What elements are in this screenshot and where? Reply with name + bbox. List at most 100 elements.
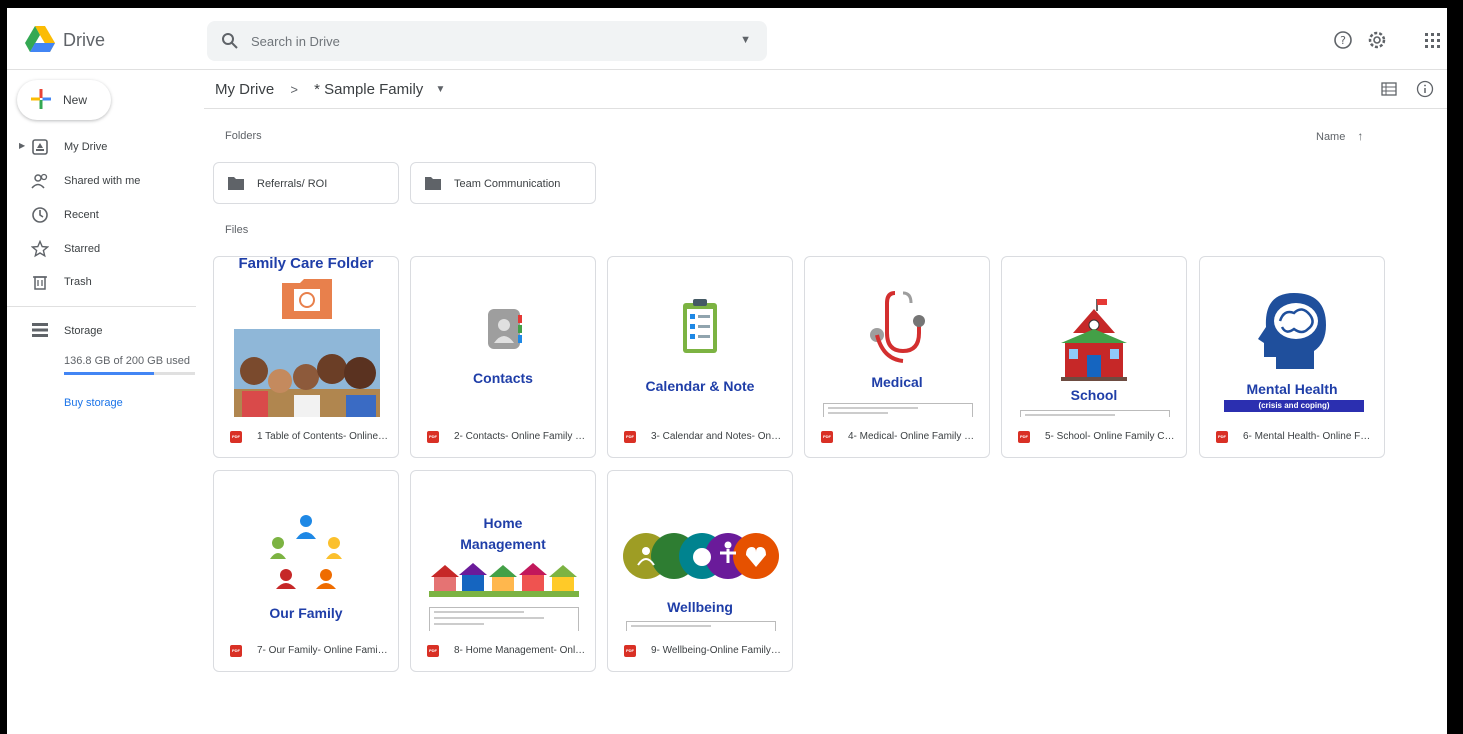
trash-icon bbox=[33, 276, 47, 290]
sidebar-item-shared[interactable]: Shared with me bbox=[7, 167, 197, 195]
drive-logo-icon[interactable] bbox=[25, 26, 55, 52]
file-footer: PDF 2- Contacts- Online Family Care Fold… bbox=[411, 417, 595, 457]
files-section-label: Files bbox=[225, 224, 249, 236]
sidebar-item-label: My Drive bbox=[64, 141, 108, 153]
folder-icon bbox=[228, 177, 244, 190]
file-footer: PDF 1 Table of Contents- Online Family C… bbox=[214, 417, 398, 457]
file-card[interactable]: Home Management PDF 8- Home Management- … bbox=[410, 470, 596, 672]
star-icon bbox=[31, 240, 49, 258]
sidebar-item-recent[interactable]: Recent bbox=[7, 201, 197, 229]
breadcrumb-my-drive[interactable]: My Drive bbox=[215, 81, 274, 98]
file-name: 8- Home Management- Online Family Care F… bbox=[454, 645, 586, 656]
gear-icon[interactable] bbox=[1367, 30, 1387, 50]
folders-section-label: Folders bbox=[225, 130, 262, 142]
file-name: 9- Wellbeing-Online Family Care Folder.p… bbox=[651, 645, 783, 656]
sort-control[interactable]: Name ↑ bbox=[1316, 129, 1363, 143]
pdf-file-icon: PDF bbox=[624, 645, 636, 657]
info-icon[interactable] bbox=[1416, 80, 1434, 98]
folder-card[interactable]: Referrals/ ROI bbox=[213, 162, 399, 204]
family-circle-icon bbox=[270, 515, 342, 589]
file-thumbnail: Contacts bbox=[411, 257, 595, 417]
head-brain-icon bbox=[1258, 293, 1326, 369]
file-card[interactable]: School PDF 5- School- Online Family Care… bbox=[1001, 256, 1187, 458]
sidebar-item-label: Starred bbox=[64, 243, 101, 255]
file-card[interactable]: Calendar & Note PDF 3- Calendar and Note… bbox=[607, 256, 793, 458]
file-footer: PDF 5- School- Online Family Care Folder… bbox=[1002, 417, 1186, 457]
family-photo bbox=[234, 329, 380, 417]
buy-storage-link[interactable]: Buy storage bbox=[64, 397, 123, 409]
thumbnail-subtitle: (crisis and coping) bbox=[1224, 400, 1364, 412]
file-footer: PDF 9- Wellbeing-Online Family Care Fold… bbox=[608, 631, 792, 671]
file-thumbnail: Our Family bbox=[214, 471, 398, 631]
help-icon[interactable]: ? bbox=[1333, 30, 1353, 50]
sort-label[interactable]: Name bbox=[1316, 131, 1345, 143]
folder-name: Team Communication bbox=[454, 178, 561, 190]
file-card[interactable]: Our Family PDF 7- Our Family- Online Fam… bbox=[213, 470, 399, 672]
file-card[interactable]: Wellbeing PDF 9- Wellbeing-Online Family… bbox=[607, 470, 793, 672]
file-name: 3- Calendar and Notes- Online Family Car… bbox=[651, 431, 783, 442]
breadcrumb: My Drive > * Sample Family ▼ bbox=[215, 80, 445, 100]
thumbnail-title: Family Care Folder bbox=[238, 257, 374, 272]
sidebar-item-label: Trash bbox=[64, 276, 92, 288]
thumbnail-title: Wellbeing bbox=[667, 599, 733, 615]
folder-menu-dropdown-icon[interactable]: ▼ bbox=[435, 84, 445, 95]
file-footer: PDF 6- Mental Health- Online Family Care… bbox=[1200, 417, 1384, 457]
list-view-icon[interactable] bbox=[1381, 82, 1397, 96]
apps-grid-icon[interactable] bbox=[1422, 30, 1442, 50]
contacts-book-icon bbox=[488, 309, 522, 349]
sidebar-item-starred[interactable]: Starred bbox=[7, 235, 197, 263]
folder-name: Referrals/ ROI bbox=[257, 178, 328, 190]
file-card[interactable]: Medical PDF 4- Medical- Online Family Ca… bbox=[804, 256, 990, 458]
file-name: 5- School- Online Family Care Folder.pdf bbox=[1045, 431, 1177, 442]
clipboard-checklist-icon bbox=[683, 299, 717, 353]
pdf-file-icon: PDF bbox=[1018, 431, 1030, 443]
file-thumbnail: School bbox=[1002, 257, 1186, 417]
thumbnail-title-line1: Home bbox=[483, 515, 523, 531]
arrow-up-icon[interactable]: ↑ bbox=[1357, 129, 1363, 143]
sidebar-divider bbox=[7, 306, 196, 307]
shared-icon bbox=[31, 173, 48, 189]
care-folder-icon bbox=[282, 279, 332, 319]
svg-text:?: ? bbox=[1340, 34, 1346, 47]
search-options-dropdown-icon[interactable]: ▼ bbox=[740, 34, 751, 46]
new-button[interactable]: New bbox=[17, 80, 111, 120]
sidebar-item-my-drive[interactable]: ▶ My Drive bbox=[7, 133, 197, 161]
file-name: 6- Mental Health- Online Family Care Fol… bbox=[1243, 431, 1375, 442]
folder-card[interactable]: Team Communication bbox=[410, 162, 596, 204]
file-footer: PDF 8- Home Management- Online Family Ca… bbox=[411, 631, 595, 671]
storage-label[interactable]: Storage bbox=[64, 325, 103, 337]
chevron-right-icon: > bbox=[290, 81, 298, 97]
file-footer: PDF 4- Medical- Online Family Care Folde… bbox=[805, 417, 989, 457]
pdf-file-icon: PDF bbox=[230, 645, 242, 657]
file-name: 1 Table of Contents- Online Family Care … bbox=[257, 431, 389, 442]
main-divider bbox=[204, 108, 1447, 109]
pdf-file-icon: PDF bbox=[427, 431, 439, 443]
search-icon[interactable] bbox=[221, 32, 239, 50]
file-card[interactable]: Contacts PDF 2- Contacts- Online Family … bbox=[410, 256, 596, 458]
file-card[interactable]: Mental Health (crisis and coping) PDF 6-… bbox=[1199, 256, 1385, 458]
file-footer: PDF 7- Our Family- Online Family Care Fo… bbox=[214, 631, 398, 671]
search-input[interactable]: Search in Drive bbox=[251, 34, 340, 49]
folder-icon bbox=[425, 177, 441, 190]
pdf-file-icon: PDF bbox=[624, 431, 636, 443]
file-thumbnail: Mental Health (crisis and coping) bbox=[1200, 257, 1384, 417]
thumbnail-title: School bbox=[1070, 387, 1118, 403]
file-name: 4- Medical- Online Family Care Folder.pd… bbox=[848, 431, 980, 442]
file-card[interactable]: Family Care Folder PDF 1 Table of Conten… bbox=[213, 256, 399, 458]
file-thumbnail: Family Care Folder bbox=[214, 257, 398, 417]
thumbnail-title: Our Family bbox=[269, 605, 343, 621]
storage-icon bbox=[32, 323, 48, 337]
my-drive-icon bbox=[32, 139, 48, 155]
drive-window: Drive Search in Drive ▼ ? New ▶ My Drive… bbox=[7, 8, 1447, 734]
storage-bar-fill bbox=[64, 372, 154, 375]
thumbnail-title: Mental Health bbox=[1246, 381, 1338, 397]
file-name: 7- Our Family- Online Family Care Folder… bbox=[257, 645, 389, 656]
sidebar-item-trash[interactable]: Trash bbox=[7, 268, 197, 296]
pdf-file-icon: PDF bbox=[821, 431, 833, 443]
app-title[interactable]: Drive bbox=[63, 30, 105, 51]
breadcrumb-current-folder[interactable]: * Sample Family bbox=[314, 81, 423, 98]
search-bar[interactable]: Search in Drive ▼ bbox=[207, 21, 767, 61]
expand-arrow-icon[interactable]: ▶ bbox=[19, 141, 25, 150]
document-preview-strip bbox=[626, 621, 776, 631]
pdf-file-icon: PDF bbox=[230, 431, 242, 443]
